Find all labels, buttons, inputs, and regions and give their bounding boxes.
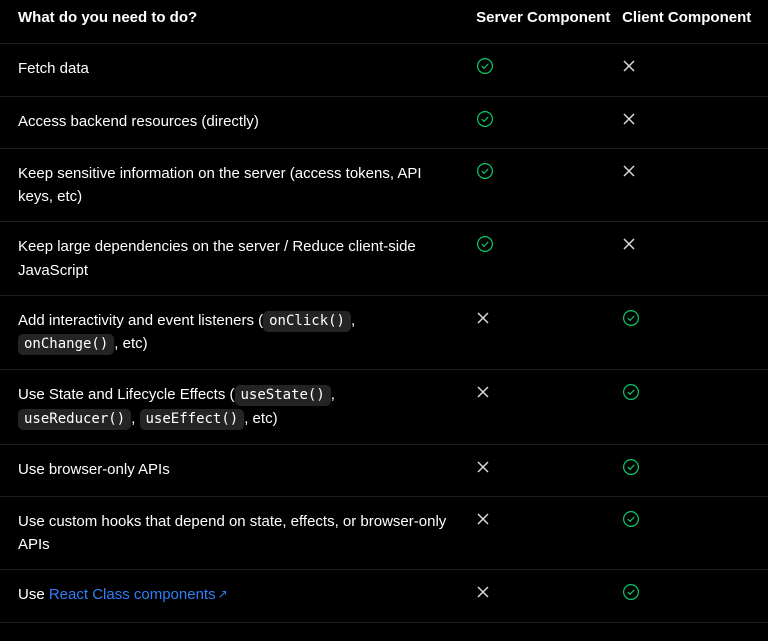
client-cell — [622, 222, 768, 296]
task-cell: Use State and Lifecycle Effects (useStat… — [0, 370, 476, 444]
header-task: What do you need to do? — [0, 0, 476, 44]
x-icon — [476, 585, 490, 599]
header-client: Client Component — [622, 0, 768, 44]
table-row: Use browser-only APIs — [0, 444, 768, 496]
client-cell — [622, 44, 768, 96]
client-cell — [622, 295, 768, 369]
task-cell: Use browser-only APIs — [0, 444, 476, 496]
code-token: onClick() — [263, 311, 351, 332]
server-cell — [476, 496, 622, 570]
table-row: Use custom hooks that depend on state, e… — [0, 496, 768, 570]
x-icon — [476, 512, 490, 526]
check-icon — [476, 235, 494, 253]
table-row: Fetch data — [0, 44, 768, 96]
check-icon — [476, 57, 494, 75]
task-cell: Keep large dependencies on the server / … — [0, 222, 476, 296]
check-icon — [622, 458, 640, 476]
task-cell: Add interactivity and event listeners (o… — [0, 295, 476, 369]
server-cell — [476, 570, 622, 622]
x-icon — [622, 112, 636, 126]
task-cell: Fetch data — [0, 44, 476, 96]
table-row: Access backend resources (directly) — [0, 96, 768, 148]
comparison-table: What do you need to do? Server Component… — [0, 0, 768, 623]
doc-link[interactable]: React Class components↗ — [49, 586, 228, 603]
server-cell — [476, 148, 622, 222]
client-cell — [622, 496, 768, 570]
client-cell — [622, 148, 768, 222]
x-icon — [476, 460, 490, 474]
task-cell: Access backend resources (directly) — [0, 96, 476, 148]
code-token: useState() — [235, 385, 331, 406]
table-row: Keep large dependencies on the server / … — [0, 222, 768, 296]
code-token: onChange() — [18, 334, 114, 355]
table-row: Use State and Lifecycle Effects (useStat… — [0, 370, 768, 444]
table-row: Keep sensitive information on the server… — [0, 148, 768, 222]
check-icon — [622, 309, 640, 327]
client-cell — [622, 570, 768, 622]
header-server: Server Component — [476, 0, 622, 44]
x-icon — [622, 237, 636, 251]
check-icon — [476, 110, 494, 128]
server-cell — [476, 370, 622, 444]
x-icon — [476, 385, 490, 399]
check-icon — [622, 510, 640, 528]
check-icon — [622, 583, 640, 601]
table-header: What do you need to do? Server Component… — [0, 0, 768, 44]
table-body: Fetch dataAccess backend resources (dire… — [0, 44, 768, 622]
client-cell — [622, 444, 768, 496]
check-icon — [476, 162, 494, 180]
x-icon — [622, 59, 636, 73]
table-row: Add interactivity and event listeners (o… — [0, 295, 768, 369]
server-cell — [476, 44, 622, 96]
task-cell: Use custom hooks that depend on state, e… — [0, 496, 476, 570]
check-icon — [622, 383, 640, 401]
x-icon — [476, 311, 490, 325]
server-cell — [476, 96, 622, 148]
code-token: useReducer() — [18, 409, 131, 430]
server-cell — [476, 444, 622, 496]
task-cell: Keep sensitive information on the server… — [0, 148, 476, 222]
x-icon — [622, 164, 636, 178]
client-cell — [622, 370, 768, 444]
code-token: useEffect() — [140, 409, 245, 430]
server-cell — [476, 295, 622, 369]
client-cell — [622, 96, 768, 148]
table-row: Use React Class components↗ — [0, 570, 768, 622]
server-cell — [476, 222, 622, 296]
task-cell: Use React Class components↗ — [0, 570, 476, 622]
external-link-icon: ↗ — [218, 587, 228, 601]
